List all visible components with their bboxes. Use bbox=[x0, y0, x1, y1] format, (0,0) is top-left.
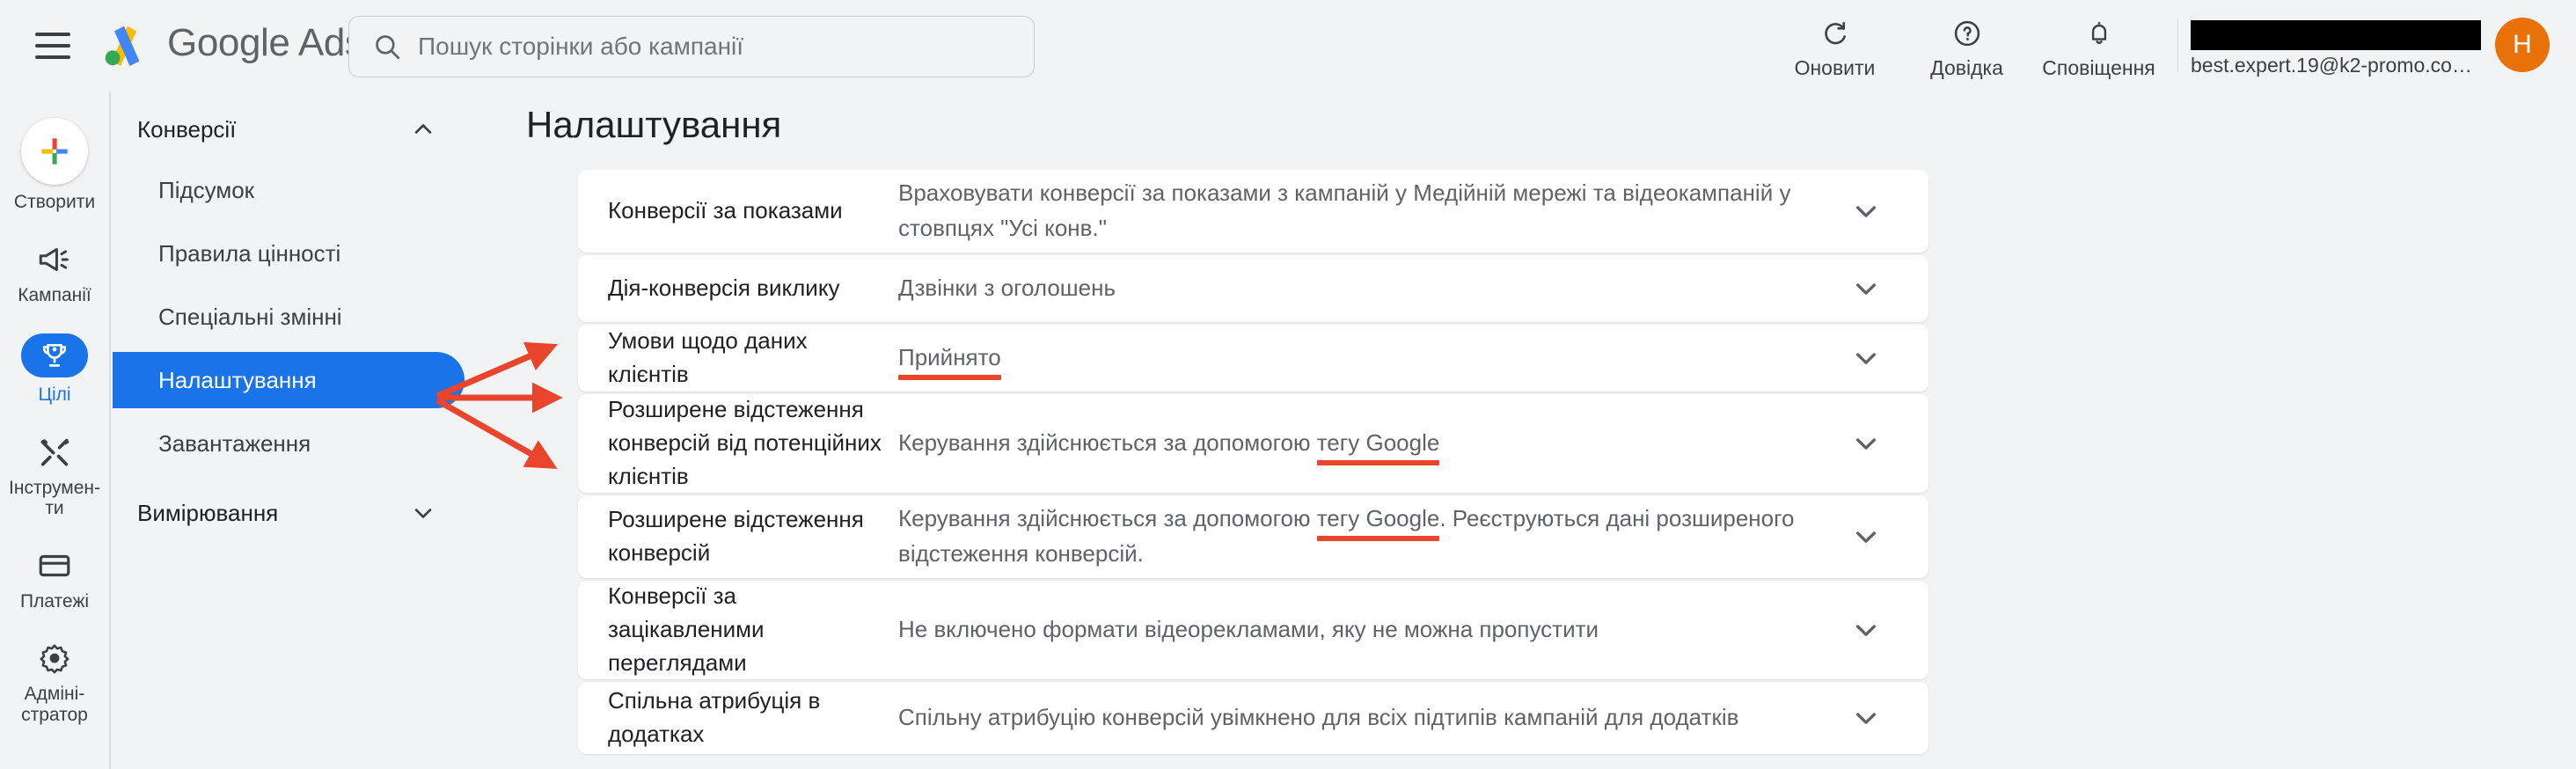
chevron-down-icon[interactable] bbox=[1835, 612, 1897, 648]
subnav-label-uploads: Завантаження bbox=[158, 429, 311, 457]
subnav-label-custom-variables: Спеціальні змінні bbox=[158, 303, 342, 330]
secondary-nav: Конверсії Підсумок Правила цінності Спец… bbox=[113, 104, 465, 538]
rail-label-tools: Інструмен- ти bbox=[9, 477, 100, 519]
chevron-down-icon[interactable] bbox=[1835, 519, 1897, 554]
rail-label-admin: Адміні- стратор bbox=[21, 684, 88, 725]
settings-row[interactable]: Конверсії за зацікавленими переглядами Н… bbox=[578, 581, 1928, 679]
search-input[interactable] bbox=[418, 33, 1011, 61]
rail-label-campaigns: Кампанії bbox=[18, 284, 91, 305]
settings-row-label: Конверсії за показами bbox=[608, 197, 843, 224]
tools-wrench-icon bbox=[36, 434, 73, 471]
left-icon-rail: Створити Кампанії Цілі Інструмен- ти Пла… bbox=[0, 92, 109, 769]
subnav-label-summary: Підсумок bbox=[158, 176, 255, 203]
subnav-item-value-rules[interactable]: Правила цінності bbox=[113, 225, 465, 282]
rail-item-tools[interactable]: Інструмен- ти bbox=[0, 421, 109, 535]
subnav-label-value-rules: Правила цінності bbox=[158, 239, 341, 267]
settings-row-value: Враховувати конверсії за показами з камп… bbox=[898, 179, 1791, 241]
settings-card-list: Конверсії за показами Враховувати конвер… bbox=[578, 170, 1928, 757]
rail-label-billing: Платежі bbox=[19, 590, 90, 612]
settings-row-label: Умови щодо даних клієнтів bbox=[608, 327, 808, 387]
settings-row[interactable]: Розширене відстеження конверсій Керуванн… bbox=[578, 495, 1928, 578]
rail-item-campaigns[interactable]: Кампанії bbox=[0, 229, 109, 322]
brand-logo-group[interactable]: Google Ads bbox=[97, 16, 364, 70]
avatar[interactable]: H bbox=[2495, 17, 2550, 72]
chevron-down-icon[interactable] bbox=[1835, 194, 1897, 229]
settings-row-value: Дзвінки з оголошень bbox=[898, 275, 1116, 302]
credit-card-icon bbox=[36, 547, 73, 584]
bell-notification-icon bbox=[2083, 16, 2115, 51]
settings-row-label: Спільна атрибуція в додатках bbox=[608, 687, 821, 747]
chevron-down-icon[interactable] bbox=[1835, 271, 1897, 306]
refresh-button[interactable]: Оновити bbox=[1769, 9, 1901, 80]
subnav-group-label-conversions: Конверсії bbox=[137, 115, 237, 143]
settings-row[interactable]: Спільна атрибуція в додатках Спільну атр… bbox=[578, 682, 1928, 754]
brand-title: Google Ads bbox=[167, 21, 364, 64]
refresh-label: Оновити bbox=[1794, 56, 1876, 79]
chevron-up-icon[interactable] bbox=[408, 114, 438, 144]
settings-row[interactable]: Конверсії за показами Враховувати конвер… bbox=[578, 170, 1928, 253]
chevron-down-icon[interactable] bbox=[1835, 426, 1897, 461]
megaphone-icon bbox=[36, 241, 73, 278]
subnav-label-settings: Налаштування bbox=[158, 366, 317, 393]
gear-admin-icon bbox=[36, 640, 73, 677]
settings-row-value: Керування здійснюється за допомогою тегу… bbox=[898, 502, 1835, 571]
highlighted-value: тегу Google bbox=[1316, 505, 1440, 532]
top-bar: Google Ads Оновити bbox=[0, 0, 2576, 92]
rail-item-admin[interactable]: Адміні- стратор bbox=[0, 627, 109, 741]
hamburger-menu-icon[interactable] bbox=[35, 28, 74, 63]
settings-row-value: Спільну атрибуцію конверсій увімкнено дл… bbox=[898, 704, 1739, 731]
chevron-down-icon[interactable] bbox=[1835, 341, 1897, 376]
chevron-down-icon[interactable] bbox=[1835, 700, 1897, 736]
notifications-label: Сповіщення bbox=[2042, 56, 2155, 79]
settings-row[interactable]: Розширене відстеження конверсій від поте… bbox=[578, 394, 1928, 493]
account-email: best.expert.19@k2-promo.co… bbox=[2191, 54, 2472, 77]
settings-row-label: Розширене відстеження конверсій від поте… bbox=[608, 396, 882, 489]
subnav-item-settings[interactable]: Налаштування bbox=[113, 352, 465, 408]
settings-row-label: Розширене відстеження конверсій bbox=[608, 506, 864, 566]
subnav-group-label-measurement: Вимірювання bbox=[137, 499, 279, 526]
subnav-item-summary[interactable]: Підсумок bbox=[113, 162, 465, 218]
settings-row-label: Конверсії за зацікавленими переглядами bbox=[608, 582, 765, 676]
account-name-redacted bbox=[2191, 20, 2481, 50]
account-divider bbox=[2177, 18, 2178, 71]
subnav-item-custom-variables[interactable]: Спеціальні змінні bbox=[113, 289, 465, 345]
search-box[interactable] bbox=[348, 16, 1035, 77]
highlighted-value: Прийнято bbox=[898, 344, 1001, 371]
help-question-icon bbox=[1951, 16, 1983, 51]
settings-row-value: Прийнято bbox=[898, 341, 1835, 376]
value-text-prefix: Керування здійснюється за допомогою bbox=[898, 505, 1317, 532]
plus-create-icon bbox=[21, 118, 88, 185]
refresh-icon bbox=[1819, 16, 1851, 51]
page-title: Налаштування bbox=[526, 104, 782, 145]
rail-item-create[interactable]: Створити bbox=[0, 106, 109, 229]
settings-row-value: Керування здійснюється за допомогою тегу… bbox=[898, 426, 1835, 461]
help-button[interactable]: Довідка bbox=[1901, 9, 2033, 80]
notifications-button[interactable]: Сповіщення bbox=[2033, 9, 2165, 80]
rail-divider bbox=[109, 92, 111, 769]
highlighted-value: тегу Google bbox=[1316, 429, 1440, 457]
app-root: Google Ads Оновити bbox=[0, 0, 2576, 769]
subnav-item-uploads[interactable]: Завантаження bbox=[113, 415, 465, 472]
help-label: Довідка bbox=[1930, 56, 2003, 79]
subnav-group-conversions[interactable]: Конверсії bbox=[113, 104, 465, 155]
settings-row[interactable]: Умови щодо даних клієнтів Прийнято bbox=[578, 325, 1928, 392]
settings-row-label: Дія-конверсія виклику bbox=[608, 275, 840, 302]
google-ads-logo-icon bbox=[105, 26, 140, 66]
top-bar-actions: Оновити Довідка Сповіщення best.expert.1… bbox=[1769, 9, 2550, 80]
rail-label-create: Створити bbox=[13, 192, 96, 212]
account-info[interactable]: best.expert.19@k2-promo.co… bbox=[2191, 11, 2481, 77]
rail-item-billing[interactable]: Платежі bbox=[0, 535, 109, 628]
settings-row-value: Не включено формати відеорекламами, яку … bbox=[898, 616, 1599, 643]
search-icon bbox=[376, 35, 400, 60]
rail-item-goals[interactable]: Цілі bbox=[0, 321, 109, 421]
rail-label-goals: Цілі bbox=[38, 384, 71, 406]
trophy-goals-icon bbox=[21, 333, 88, 378]
settings-row[interactable]: Дія-конверсія виклику Дзвінки з оголошен… bbox=[578, 255, 1928, 322]
value-text-prefix: Керування здійснюється за допомогою bbox=[898, 429, 1317, 457]
chevron-down-icon[interactable] bbox=[408, 498, 438, 528]
subnav-group-measurement[interactable]: Вимірювання bbox=[113, 487, 465, 538]
